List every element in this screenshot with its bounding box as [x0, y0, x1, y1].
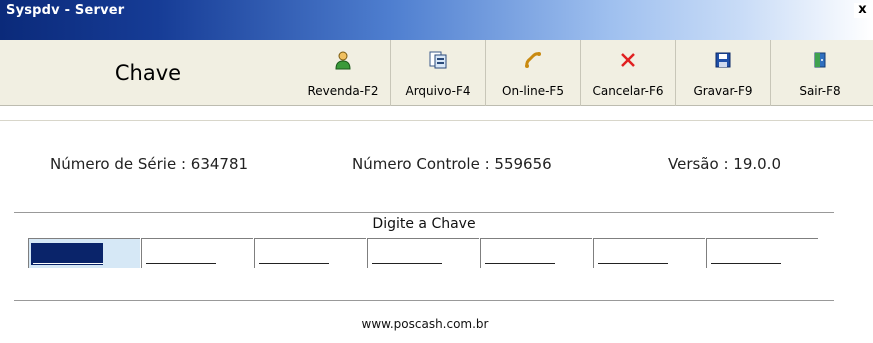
key-field-4[interactable] — [367, 238, 479, 268]
arquivo-button[interactable]: Arquivo-F4 — [391, 40, 486, 106]
divider — [0, 120, 873, 121]
online-button[interactable]: On-line-F5 — [486, 40, 581, 106]
save-icon — [713, 50, 733, 70]
gravar-button[interactable]: Gravar-F9 — [676, 40, 771, 106]
exit-icon — [810, 50, 830, 70]
key-field-6[interactable] — [593, 238, 705, 268]
online-label: On-line-F5 — [502, 84, 564, 98]
controle-label: Número Controle : — [352, 155, 490, 173]
divider — [14, 300, 834, 301]
cancelar-label: Cancelar-F6 — [592, 84, 664, 98]
window-title: Syspdv - Server — [6, 3, 125, 18]
cancel-icon — [618, 50, 638, 70]
serial-value: 634781 — [190, 155, 249, 173]
controle-value: 559656 — [494, 155, 552, 173]
toolbar: Revenda-F2 Arquivo-F4 On-line-F5 Cancela… — [296, 40, 869, 106]
divider — [14, 212, 834, 213]
arquivo-label: Arquivo-F4 — [405, 84, 471, 98]
key-field-3[interactable] — [254, 238, 366, 268]
revenda-button[interactable]: Revenda-F2 — [296, 40, 391, 106]
close-button[interactable]: x — [854, 3, 871, 18]
title-bar: Syspdv - Server x — [0, 0, 873, 40]
sair-label: Sair-F8 — [799, 84, 841, 98]
key-entry-label: Digite a Chave — [372, 216, 476, 232]
version: Versão : 19.0.0 — [668, 155, 781, 173]
gravar-label: Gravar-F9 — [693, 84, 753, 98]
file-icon — [428, 50, 448, 70]
key-field-7[interactable] — [706, 238, 818, 268]
sair-button[interactable]: Sair-F8 — [771, 40, 869, 106]
serial-number: Número de Série : 634781 — [50, 155, 248, 173]
phone-icon — [523, 50, 543, 70]
control-number: Número Controle : 559656 — [352, 155, 552, 173]
key-field-5[interactable] — [480, 238, 592, 268]
key-field-2[interactable] — [141, 238, 253, 268]
website-link[interactable]: www.poscash.com.br — [0, 317, 850, 331]
page-title: Chave — [114, 61, 182, 85]
header-bar: Chave Revenda-F2 Arquivo-F4 On-line-F5 C… — [0, 40, 873, 106]
revenda-label: Revenda-F2 — [307, 84, 379, 98]
key-field-1[interactable] — [28, 238, 140, 268]
cancelar-button[interactable]: Cancelar-F6 — [581, 40, 676, 106]
versao-label: Versão : — [668, 155, 729, 173]
versao-value: 19.0.0 — [733, 155, 781, 173]
person-icon — [333, 50, 353, 70]
selection-highlight — [31, 243, 103, 265]
serial-label: Número de Série : — [50, 155, 187, 173]
